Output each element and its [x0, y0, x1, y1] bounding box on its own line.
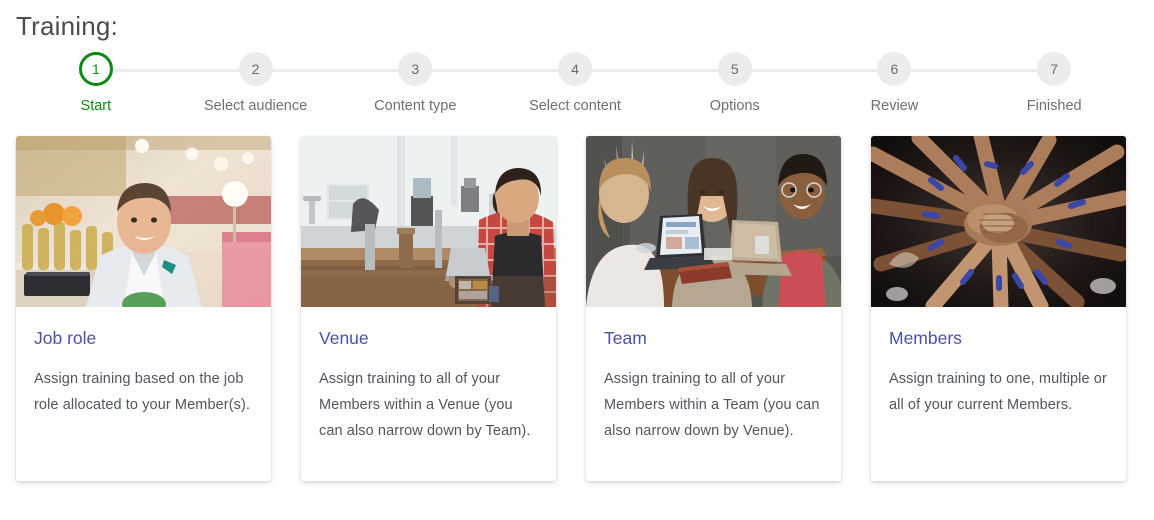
photo-many-hands-stacked-in-circle-with-blue-wristbands — [871, 136, 1126, 307]
stepper-step-review[interactable]: 6 Review — [815, 52, 975, 115]
card-image-team — [586, 136, 841, 307]
card-description: Assign training to all of your Members w… — [604, 371, 820, 439]
step-number-badge[interactable]: 7 — [1037, 52, 1072, 86]
step-number-badge[interactable]: 3 — [398, 52, 433, 86]
step-number-badge[interactable]: 6 — [877, 52, 912, 86]
step-number-badge[interactable]: 5 — [717, 52, 752, 86]
stepper-step-options[interactable]: 5 Options — [655, 52, 815, 115]
option-card-venue[interactable]: Venue Assign training to all of your Mem… — [301, 136, 556, 481]
photo-three-colleagues-laughing-with-laptops-at-table — [586, 136, 841, 307]
card-body-venue: Venue Assign training to all of your Mem… — [301, 307, 556, 466]
page-title: Training: — [16, 11, 118, 41]
card-body-team: Team Assign training to all of your Memb… — [586, 307, 841, 466]
step-label: Finished — [1026, 98, 1082, 114]
card-description: Assign training to all of your Members w… — [319, 371, 531, 439]
option-card-team[interactable]: Team Assign training to all of your Memb… — [586, 136, 841, 481]
option-card-job-role[interactable]: Job role Assign training based on the jo… — [16, 136, 271, 481]
stepper-step-content-type[interactable]: 3 Content type — [335, 52, 495, 115]
stepper-step-select-content[interactable]: 4 Select content — [495, 52, 655, 115]
step-number-badge[interactable]: 1 — [78, 52, 113, 86]
step-label: Options — [709, 98, 760, 114]
photo-barista-in-red-plaid-shirt-at-cafe-counter — [301, 136, 556, 307]
card-description: Assign training to one, multiple or all … — [889, 371, 1107, 413]
stepper-steps: 1 Start 2 Select audience 3 Content type… — [16, 52, 1134, 115]
step-number-badge[interactable]: 2 — [238, 52, 273, 86]
photo-man-in-white-blazer-at-restaurant-bar — [16, 136, 271, 307]
stepper-step-select-audience[interactable]: 2 Select audience — [176, 52, 336, 115]
step-label: Content type — [374, 98, 457, 114]
step-label: Review — [870, 98, 919, 114]
card-title: Venue — [319, 328, 369, 348]
audience-option-cards: Job role Assign training based on the jo… — [16, 136, 1126, 481]
card-image-venue — [301, 136, 556, 307]
step-label: Start — [80, 98, 112, 114]
card-body-members: Members Assign training to one, multiple… — [871, 307, 1126, 440]
card-description: Assign training based on the job role al… — [34, 371, 251, 413]
card-body-job-role: Job role Assign training based on the jo… — [16, 307, 271, 440]
stepper-step-start[interactable]: 1 Start — [16, 52, 176, 115]
step-label: Select audience — [203, 98, 308, 114]
card-image-members — [871, 136, 1126, 307]
step-number-badge[interactable]: 4 — [558, 52, 593, 86]
stepper-step-finished[interactable]: 7 Finished — [974, 52, 1134, 115]
card-title: Team — [604, 328, 647, 348]
card-title: Job role — [34, 328, 97, 348]
card-title: Members — [889, 328, 962, 348]
option-card-members[interactable]: Members Assign training to one, multiple… — [871, 136, 1126, 481]
progress-stepper: 1 Start 2 Select audience 3 Content type… — [16, 52, 1134, 116]
step-label: Select content — [529, 98, 621, 114]
card-image-job-role — [16, 136, 271, 307]
